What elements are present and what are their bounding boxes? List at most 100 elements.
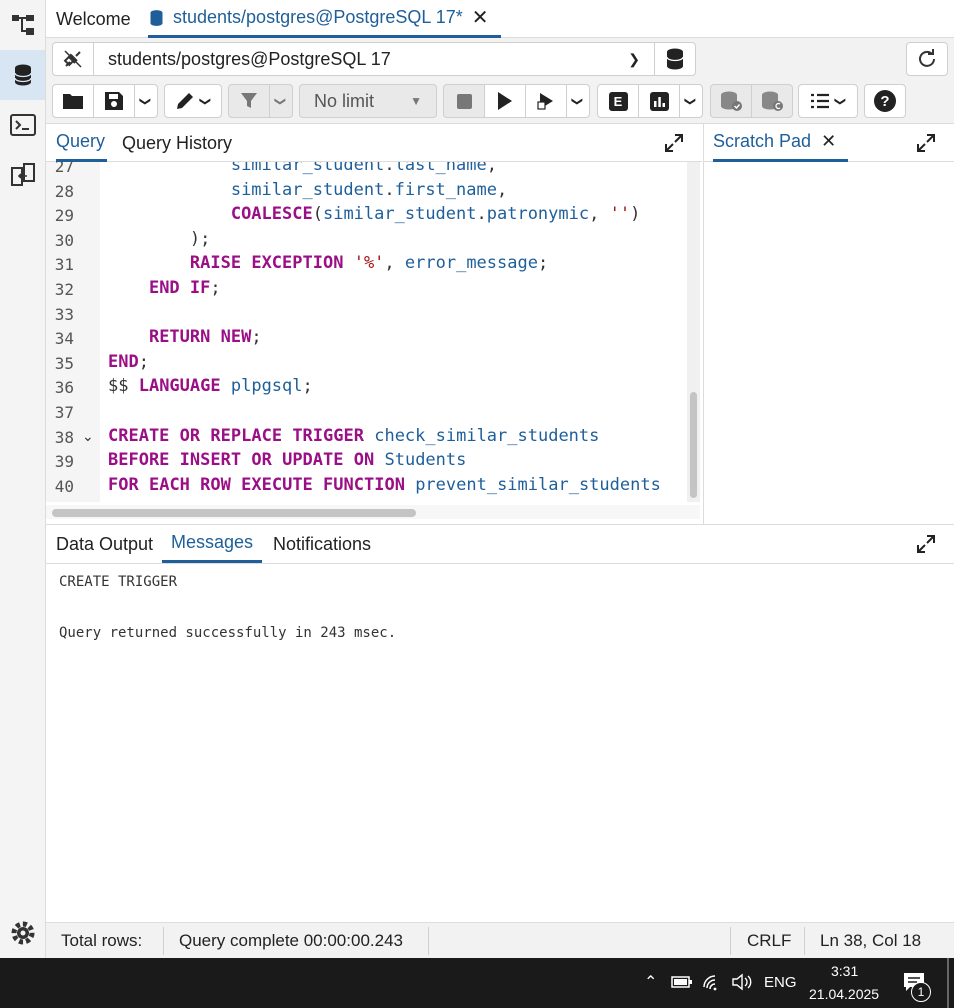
horizontal-scrollbar-thumb[interactable] bbox=[52, 509, 416, 517]
show-desktop-button[interactable] bbox=[947, 958, 949, 1008]
code-line: similar_student.last_name, bbox=[230, 162, 497, 175]
code-line: ); bbox=[108, 228, 211, 249]
editor-tabs: Query Query History bbox=[46, 124, 702, 162]
expand-icon bbox=[917, 535, 935, 553]
refresh-icon bbox=[919, 49, 935, 67]
expand-icon bbox=[665, 134, 683, 152]
bar-chart-icon bbox=[649, 91, 669, 111]
maximize-results-button[interactable] bbox=[916, 525, 936, 563]
expand-icon bbox=[917, 134, 935, 152]
clock-date[interactable]: 21.04.2025 bbox=[809, 986, 879, 1002]
tab-messages[interactable]: Messages bbox=[162, 525, 263, 563]
status-divider bbox=[428, 927, 429, 955]
chevron-down-icon: ❯ bbox=[199, 96, 212, 106]
cancel-query-button[interactable] bbox=[443, 84, 485, 118]
new-connection-button[interactable] bbox=[654, 42, 696, 76]
pencil-icon bbox=[177, 93, 194, 109]
connection-select[interactable]: students/postgres@PostgreSQL 17 ❯ bbox=[93, 42, 655, 76]
tab-query-tool[interactable]: students/postgres@PostgreSQL 17* ✕ bbox=[148, 0, 501, 38]
play-icon bbox=[498, 92, 512, 110]
commit-button[interactable] bbox=[710, 84, 752, 118]
tab-scratch-pad[interactable]: Scratch Pad ✕ bbox=[713, 124, 849, 162]
save-options-dropdown[interactable]: ❯ bbox=[134, 84, 158, 118]
compare-icon bbox=[10, 163, 35, 186]
row-limit-select[interactable]: No limit ▼ bbox=[299, 84, 437, 118]
schema-diff-button[interactable] bbox=[0, 150, 45, 200]
tab-notifications[interactable]: Notifications bbox=[273, 525, 371, 563]
status-bar: Total rows: Query complete 00:00:00.243 … bbox=[46, 922, 954, 958]
database-add-icon bbox=[666, 48, 684, 70]
sql-editor[interactable]: 27 similar_student.last_name, 28 similar_… bbox=[46, 162, 702, 524]
vertical-scrollbar[interactable] bbox=[687, 162, 700, 502]
filter-button[interactable] bbox=[228, 84, 270, 118]
clock-time[interactable]: 3:31 bbox=[831, 963, 858, 979]
code-line: FOR EACH ROW EXECUTE FUNCTION prevent_si… bbox=[108, 474, 661, 495]
edit-menu-button[interactable]: ❯ bbox=[164, 84, 222, 118]
execute-button[interactable] bbox=[484, 84, 526, 118]
execute-options-dropdown[interactable]: ❯ bbox=[566, 84, 590, 118]
help-button[interactable]: ? bbox=[864, 84, 906, 118]
gear-icon bbox=[11, 921, 34, 945]
refresh-connection-button[interactable] bbox=[906, 42, 948, 76]
chevron-down-icon: ❯ bbox=[834, 96, 847, 106]
caret-down-icon: ▼ bbox=[410, 94, 422, 108]
chevron-down-icon: ❯ bbox=[274, 96, 287, 106]
chevron-down-icon: ❯ bbox=[628, 50, 640, 67]
input-language[interactable]: ENG bbox=[764, 974, 797, 991]
fold-chevron-icon[interactable]: ⌄ bbox=[82, 428, 94, 445]
explain-options-dropdown[interactable]: ❯ bbox=[679, 84, 703, 118]
line-number: 35 bbox=[54, 353, 74, 373]
query-tool-rail-button[interactable] bbox=[0, 50, 45, 100]
rollback-button[interactable] bbox=[751, 84, 793, 118]
tab-scratch-pad-label: Scratch Pad bbox=[713, 131, 812, 151]
tab-query-label: Query bbox=[56, 131, 106, 151]
close-icon[interactable]: ✕ bbox=[821, 131, 836, 152]
maximize-editor-button[interactable] bbox=[664, 124, 684, 162]
play-script-icon bbox=[537, 93, 553, 110]
explain-button[interactable]: E bbox=[597, 84, 639, 118]
open-file-button[interactable] bbox=[52, 84, 94, 118]
volume-icon[interactable] bbox=[731, 973, 753, 991]
line-number: 34 bbox=[54, 329, 74, 349]
maximize-scratch-button[interactable] bbox=[916, 124, 936, 162]
line-number: 31 bbox=[54, 255, 74, 275]
explain-analyze-button[interactable] bbox=[638, 84, 680, 118]
line-number: 38 bbox=[54, 427, 74, 447]
tab-bar: Welcome students/postgres@PostgreSQL 17*… bbox=[46, 0, 954, 38]
message-line: Query returned successfully in 243 msec. bbox=[59, 625, 397, 641]
tab-query[interactable]: Query bbox=[56, 124, 108, 162]
horizontal-scrollbar[interactable] bbox=[46, 505, 700, 519]
code-line: END; bbox=[108, 351, 149, 372]
database-icon bbox=[150, 9, 163, 26]
tab-query-history[interactable]: Query History bbox=[122, 124, 232, 162]
list-icon bbox=[811, 93, 830, 109]
psql-tool-button[interactable] bbox=[0, 100, 45, 150]
vertical-scrollbar-thumb[interactable] bbox=[690, 392, 697, 498]
chevron-down-icon: ❯ bbox=[684, 96, 697, 106]
tab-query-history-label: Query History bbox=[122, 132, 233, 153]
filter-icon bbox=[241, 93, 257, 108]
scratch-pad-area[interactable] bbox=[703, 162, 954, 524]
settings-button[interactable] bbox=[0, 908, 45, 958]
tab-messages-label: Messages bbox=[171, 532, 254, 552]
object-explorer-button[interactable] bbox=[0, 0, 45, 50]
execute-script-button[interactable] bbox=[525, 84, 567, 118]
close-icon[interactable]: ✕ bbox=[472, 5, 489, 30]
action-center-button[interactable]: 1 bbox=[898, 968, 932, 1002]
line-number: 29 bbox=[54, 206, 74, 226]
macros-button[interactable]: ❯ bbox=[798, 84, 858, 118]
show-hidden-icons-button[interactable]: ⌃ bbox=[644, 972, 657, 992]
connection-status-button[interactable] bbox=[52, 42, 94, 76]
tab-data-output[interactable]: Data Output bbox=[56, 525, 153, 563]
battery-icon[interactable] bbox=[671, 975, 693, 989]
code-line: COALESCE(similar_student.patronymic, '') bbox=[230, 204, 641, 225]
code-line: BEFORE INSERT OR UPDATE ON Students bbox=[108, 450, 467, 471]
wifi-icon[interactable] bbox=[702, 973, 722, 991]
save-file-button[interactable] bbox=[93, 84, 135, 118]
tab-welcome[interactable]: Welcome bbox=[56, 0, 131, 38]
line-number: 32 bbox=[54, 280, 74, 299]
filter-dropdown[interactable]: ❯ bbox=[269, 84, 293, 118]
tab-query-label: students/postgres@PostgreSQL 17* bbox=[173, 7, 463, 27]
total-rows-label: Total rows: bbox=[61, 931, 143, 950]
notification-count-badge: 1 bbox=[911, 982, 931, 1002]
